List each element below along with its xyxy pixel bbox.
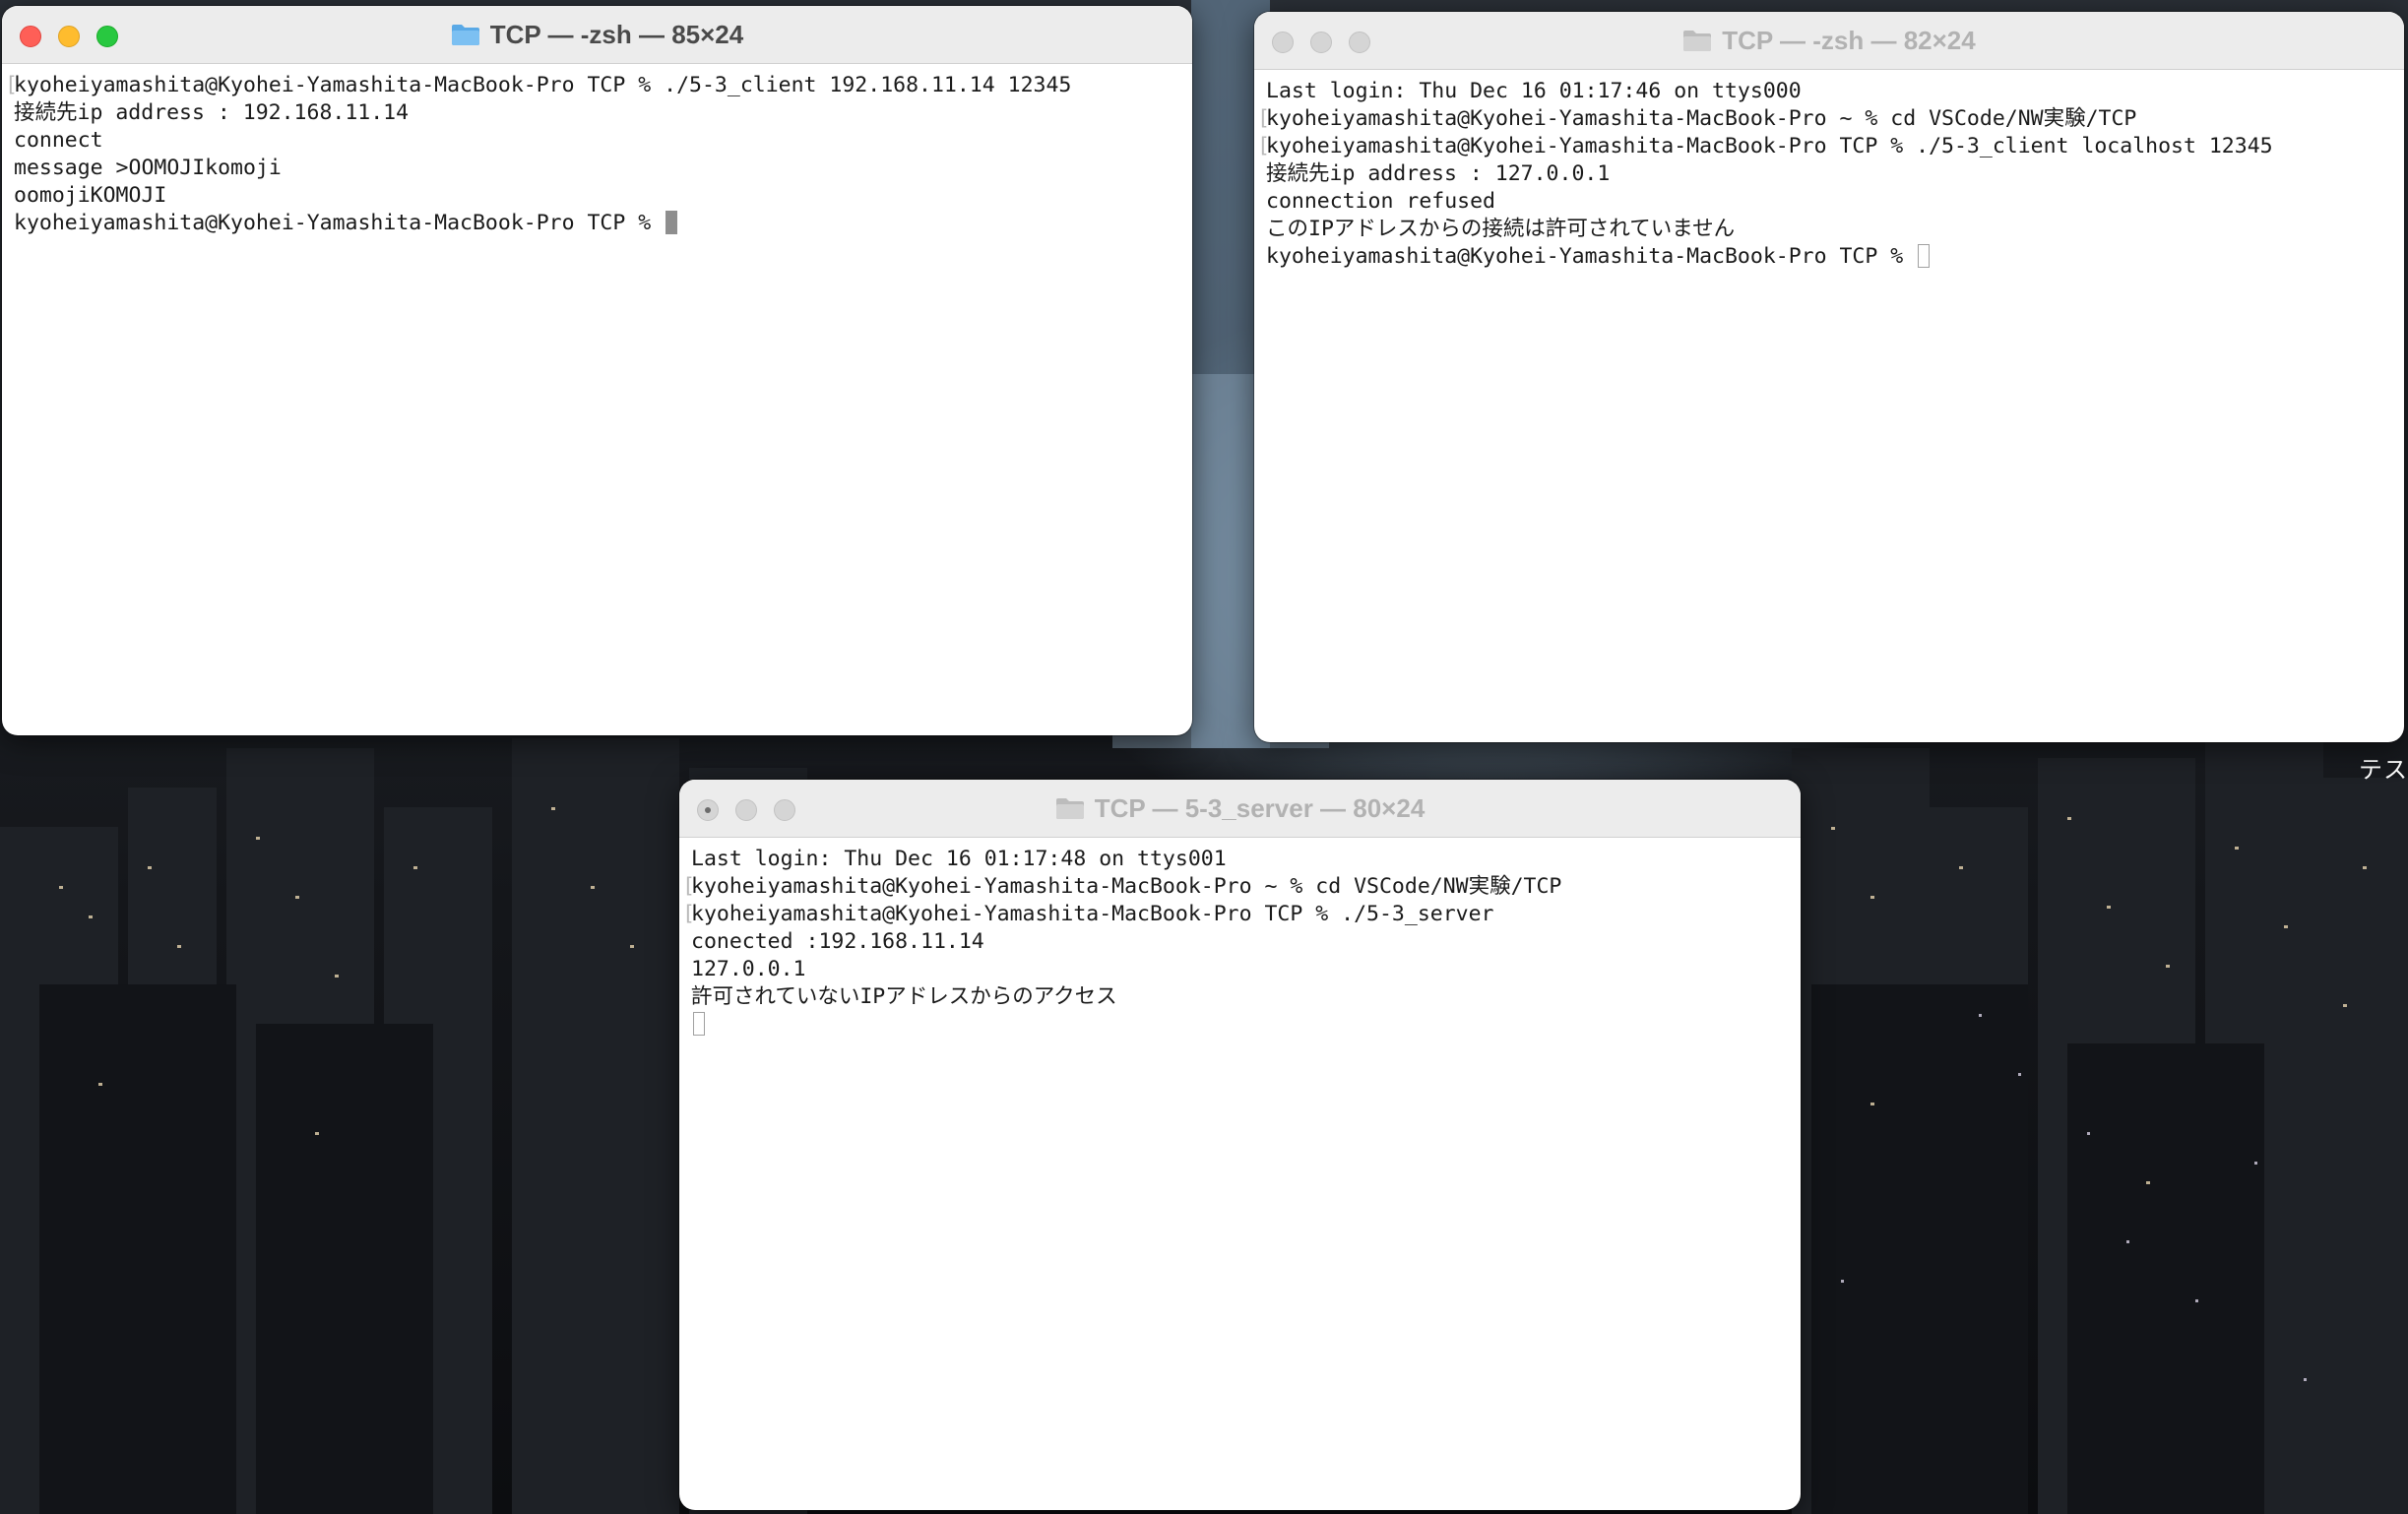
- terminal-output[interactable]: kyoheiyamashita@Kyohei-Yamashita-MacBook…: [2, 64, 1192, 237]
- terminal-line-text: kyoheiyamashita@Kyohei-Yamashita-MacBook…: [1266, 106, 2137, 131]
- terminal-line-text: kyoheiyamashita@Kyohei-Yamashita-MacBook…: [14, 211, 665, 235]
- terminal-line: connection refused: [1266, 188, 2404, 216]
- terminal-window-client-2[interactable]: TCP — -zsh — 82×24 Last login: Thu Dec 1…: [1254, 12, 2404, 742]
- text-cursor: [665, 211, 678, 234]
- window-title-text: TCP — 5-3_server — 80×24: [1094, 792, 1426, 823]
- terminal-line: 接続先ip address : 127.0.0.1: [1266, 160, 2404, 188]
- terminal-line-text: このIPアドレスからの接続は許可されていません: [1266, 217, 1736, 241]
- terminal-line-text: connection refused: [1266, 189, 1495, 214]
- window-title: TCP — -zsh — 82×24: [1254, 12, 2404, 69]
- terminal-line-text: kyoheiyamashita@Kyohei-Yamashita-MacBook…: [14, 73, 1072, 97]
- folder-icon: [1055, 796, 1085, 820]
- text-cursor: [693, 1012, 705, 1036]
- terminal-line-text: 接続先ip address : 127.0.0.1: [1266, 161, 1611, 186]
- terminal-line: 接続先ip address : 192.168.11.14: [14, 99, 1192, 127]
- terminal-line-text: conected :192.168.11.14: [691, 929, 984, 954]
- terminal-line: message >OOMOJIkomoji: [14, 155, 1192, 182]
- terminal-line: このIPアドレスからの接続は許可されていません: [1266, 216, 2404, 243]
- window-title: TCP — -zsh — 85×24: [2, 6, 1192, 63]
- terminal-line: Last login: Thu Dec 16 01:17:48 on ttys0…: [691, 846, 1801, 873]
- folder-icon: [1682, 29, 1712, 52]
- terminal-line: kyoheiyamashita@Kyohei-Yamashita-MacBook…: [1257, 105, 2404, 133]
- terminal-line: kyoheiyamashita@Kyohei-Yamashita-MacBook…: [14, 210, 1192, 237]
- terminal-line: 127.0.0.1: [691, 956, 1801, 983]
- terminal-line-text: kyoheiyamashita@Kyohei-Yamashita-MacBook…: [1266, 244, 1917, 269]
- terminal-line: oomojiKOMOJI: [14, 182, 1192, 210]
- terminal-line-text: connect: [14, 128, 103, 153]
- window-title-text: TCP — -zsh — 85×24: [489, 19, 744, 49]
- terminal-line-text: kyoheiyamashita@Kyohei-Yamashita-MacBook…: [691, 902, 1494, 926]
- window-titlebar[interactable]: TCP — 5-3_server — 80×24: [679, 780, 1801, 838]
- terminal-line: connect: [14, 127, 1192, 155]
- terminal-line: kyoheiyamashita@Kyohei-Yamashita-MacBook…: [682, 873, 1801, 901]
- terminal-line: kyoheiyamashita@Kyohei-Yamashita-MacBook…: [5, 72, 1192, 99]
- window-title: TCP — 5-3_server — 80×24: [679, 780, 1801, 837]
- terminal-line-text: 127.0.0.1: [691, 957, 806, 981]
- terminal-line: kyoheiyamashita@Kyohei-Yamashita-MacBook…: [1257, 133, 2404, 160]
- window-titlebar[interactable]: TCP — -zsh — 82×24: [1254, 12, 2404, 70]
- terminal-line-text: Last login: Thu Dec 16 01:17:46 on ttys0…: [1266, 79, 1802, 103]
- terminal-line-text: Last login: Thu Dec 16 01:17:48 on ttys0…: [691, 847, 1227, 871]
- terminal-line: kyoheiyamashita@Kyohei-Yamashita-MacBook…: [1266, 243, 2404, 271]
- window-titlebar[interactable]: TCP — -zsh — 85×24: [2, 6, 1192, 64]
- text-cursor: [1918, 244, 1931, 268]
- terminal-window-client-1[interactable]: TCP — -zsh — 85×24 kyoheiyamashita@Kyohe…: [2, 6, 1192, 735]
- terminal-line: [691, 1011, 1801, 1039]
- terminal-line: conected :192.168.11.14: [691, 928, 1801, 956]
- terminal-line-text: message >OOMOJIkomoji: [14, 156, 282, 180]
- desktop-side-label: テス: [2359, 756, 2408, 784]
- terminal-line-text: kyoheiyamashita@Kyohei-Yamashita-MacBook…: [691, 874, 1562, 899]
- window-title-text: TCP — -zsh — 82×24: [1722, 25, 1976, 55]
- terminal-line-text: kyoheiyamashita@Kyohei-Yamashita-MacBook…: [1266, 134, 2273, 158]
- terminal-window-server[interactable]: TCP — 5-3_server — 80×24 Last login: Thu…: [679, 780, 1801, 1510]
- terminal-line: 許可されていないIPアドレスからのアクセス: [691, 983, 1801, 1011]
- terminal-output[interactable]: Last login: Thu Dec 16 01:17:48 on ttys0…: [679, 838, 1801, 1039]
- terminal-line-text: oomojiKOMOJI: [14, 183, 167, 208]
- folder-icon: [451, 23, 480, 46]
- terminal-line-text: 接続先ip address : 192.168.11.14: [14, 100, 410, 125]
- terminal-output[interactable]: Last login: Thu Dec 16 01:17:46 on ttys0…: [1254, 70, 2404, 271]
- terminal-line: kyoheiyamashita@Kyohei-Yamashita-MacBook…: [682, 901, 1801, 928]
- terminal-line: Last login: Thu Dec 16 01:17:46 on ttys0…: [1266, 78, 2404, 105]
- terminal-line-text: 許可されていないIPアドレスからのアクセス: [691, 984, 1117, 1009]
